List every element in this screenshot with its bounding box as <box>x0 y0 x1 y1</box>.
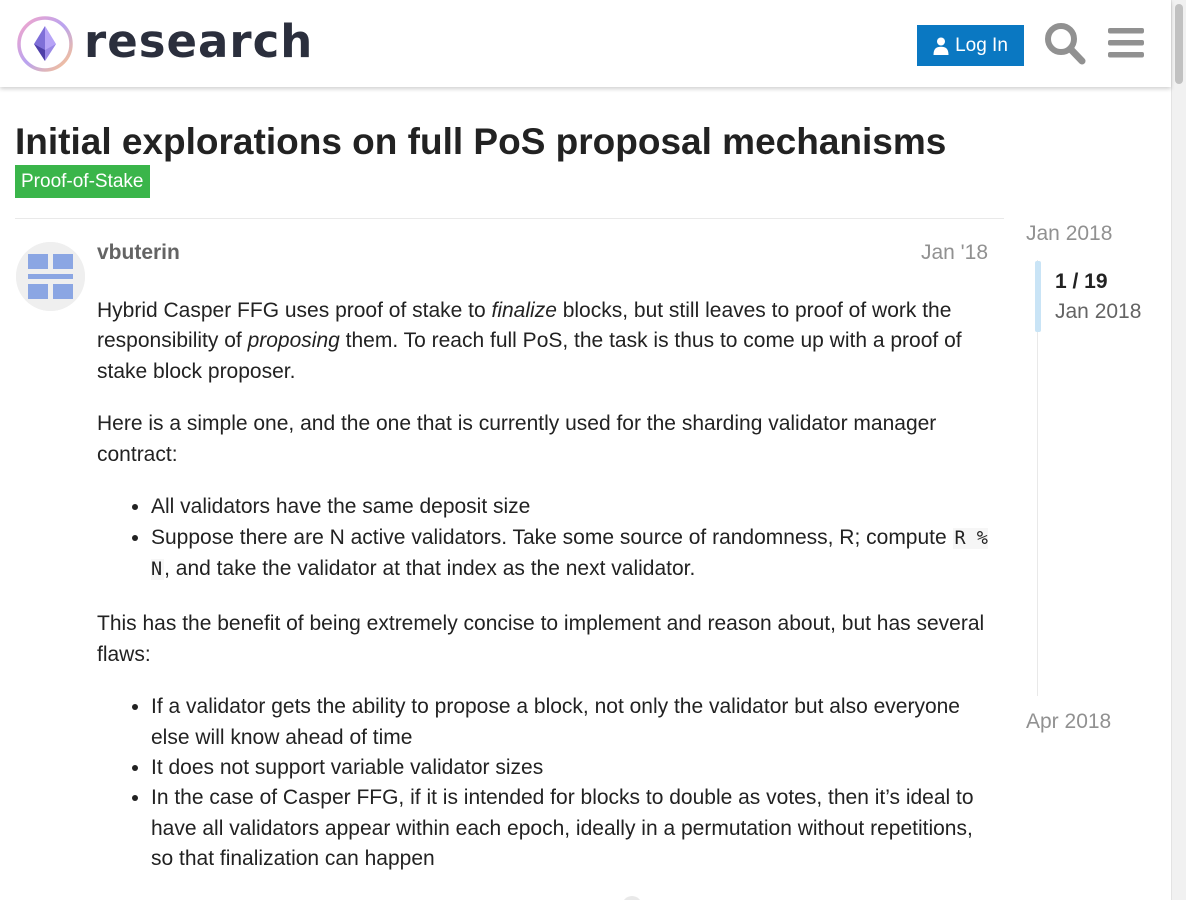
list-item: Suppose there are N active validators. T… <box>151 523 988 586</box>
category-badge[interactable]: Proof-of-Stake <box>15 165 150 198</box>
list-item: In the case of Casper FFG, if it is inte… <box>151 783 988 874</box>
list-item-text: , and take the validator at that index a… <box>164 557 696 581</box>
post-paragraph: Here is a simple one, and the one that i… <box>97 412 937 466</box>
avatar[interactable] <box>16 242 85 311</box>
timeline-end-date[interactable]: Apr 2018 <box>1026 709 1111 735</box>
list-item: All validators have the same deposit siz… <box>151 492 988 522</box>
site-header: research Log In <box>0 0 1171 87</box>
title-divider <box>15 218 1004 219</box>
site-logo-text[interactable]: research <box>84 14 313 70</box>
timeline-post-counter[interactable]: 1 / 19 <box>1055 269 1108 295</box>
timeline-current-date: Jan 2018 <box>1055 300 1142 323</box>
list-item: If a validator gets the ability to propo… <box>151 692 988 753</box>
timeline-handle[interactable] <box>1035 261 1041 332</box>
login-button[interactable]: Log In <box>917 25 1024 66</box>
research-logo[interactable] <box>16 15 74 73</box>
person-icon <box>933 37 949 55</box>
post-paragraph: This has the benefit of being extremely … <box>97 612 985 666</box>
topic-title[interactable]: Initial explorations on full PoS proposa… <box>15 120 1115 164</box>
post-paragraph: Hybrid Casper FFG uses proof of stake to… <box>97 296 988 387</box>
timeline-start-date[interactable]: Jan 2018 <box>1026 221 1112 247</box>
post-date[interactable]: Jan '18 <box>900 240 988 266</box>
list-item-text: Suppose there are N active validators. T… <box>151 525 953 549</box>
login-button-label: Log In <box>955 34 1008 56</box>
bullet-list: If a validator gets the ability to propo… <box>97 692 988 874</box>
bullet-list: All validators have the same deposit siz… <box>97 492 988 585</box>
hamburger-menu-icon[interactable] <box>1104 20 1148 66</box>
avatar-pattern-icon <box>16 242 85 311</box>
paragraph-text: Hybrid Casper FFG uses proof of stake to <box>97 299 492 322</box>
search-icon[interactable] <box>1043 20 1087 66</box>
scrollbar-thumb[interactable] <box>1175 4 1183 84</box>
emphasis-text: proposing <box>247 329 340 353</box>
list-item: It does not support variable validator s… <box>151 753 988 783</box>
post-body: Hybrid Casper FFG uses proof of stake to… <box>97 296 988 898</box>
post-username[interactable]: vbuterin <box>97 240 180 266</box>
emphasis-text: finalize <box>491 299 557 322</box>
page-scrollbar[interactable] <box>1171 0 1186 900</box>
